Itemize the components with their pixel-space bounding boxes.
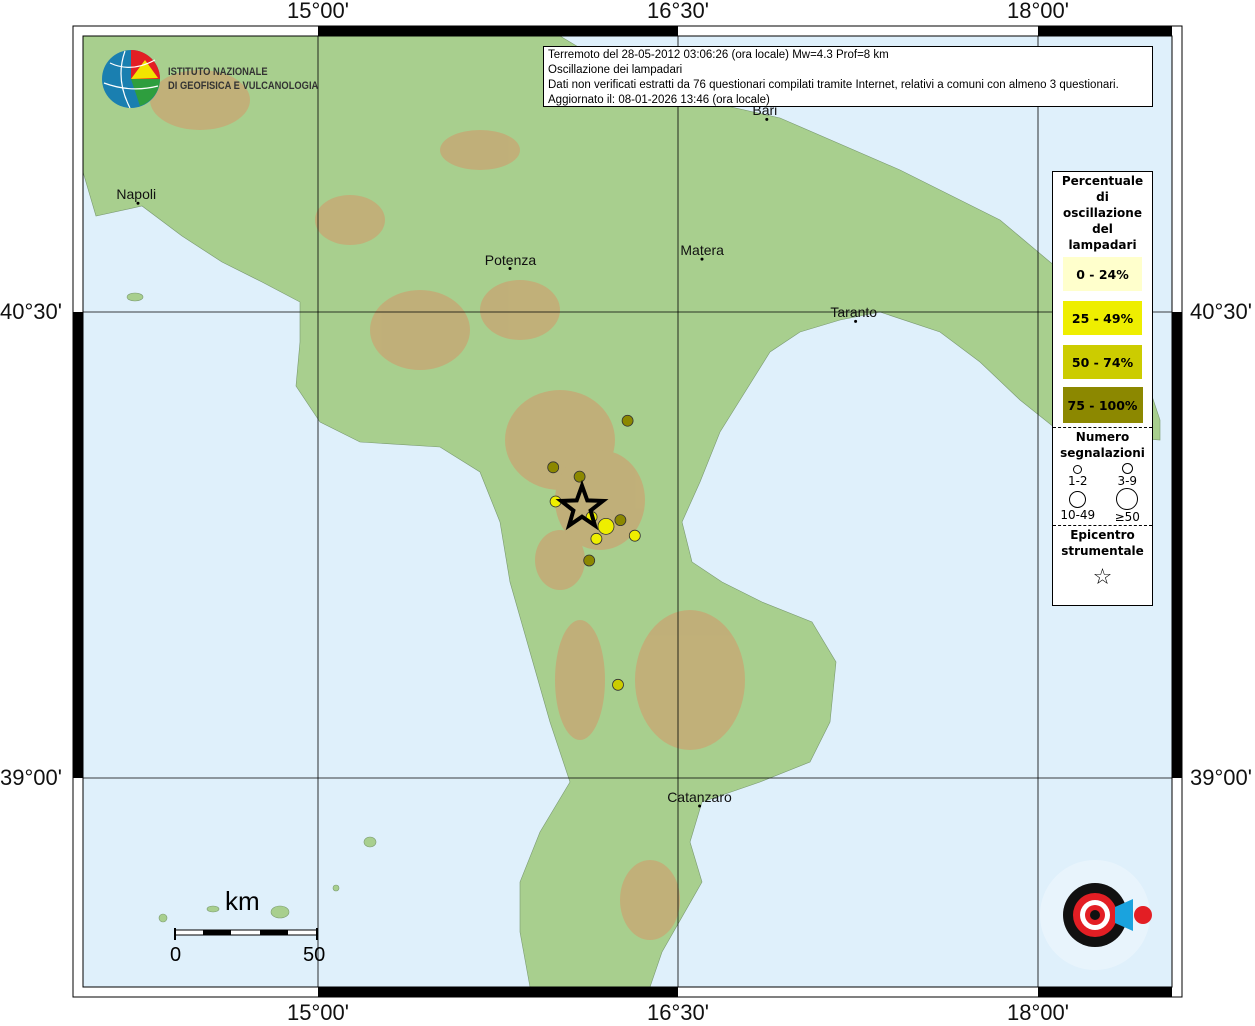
earthquake-info-box: Terremoto del 28-05-2012 03:06:26 (ora l… <box>543 46 1153 107</box>
event-line: Terremoto del 28-05-2012 03:06:26 (ora l… <box>548 49 889 61</box>
observation-point[interactable] <box>612 678 624 691</box>
observation-point[interactable] <box>547 461 560 474</box>
city-label: Taranto <box>830 304 878 321</box>
lon-tick-top: 18°00' <box>1007 0 1069 23</box>
lon-tick-bottom: 15°00' <box>287 1000 349 1025</box>
size-circle-icon <box>1069 491 1087 508</box>
scale-start: 0 <box>170 944 182 966</box>
lat-tick-right: 40°30' <box>1190 299 1252 324</box>
epicenter-title: strumentale <box>1061 544 1144 558</box>
observation-point[interactable] <box>573 470 586 483</box>
lat-tick-left: 39°00' <box>0 765 62 790</box>
city-label: Catanzaro <box>667 788 732 805</box>
scale-end: 50 <box>303 944 326 966</box>
city-label: Matera <box>680 242 724 259</box>
ingv-logo: ISTITUTO NAZIONALE DI GEOFISICA E VULCAN… <box>100 48 345 110</box>
size-label: 3-9 <box>1117 474 1138 488</box>
lon-tick-top: 15°00' <box>287 0 349 23</box>
scale-unit: km <box>225 886 260 916</box>
ingv-name-line1: ISTITUTO NAZIONALE <box>168 66 268 78</box>
legend-title: di <box>1096 190 1109 204</box>
legend-title: del <box>1092 222 1113 236</box>
lon-tick-bottom: 18°00' <box>1007 1000 1069 1025</box>
legend: Percentuale di oscillazione del lampadar… <box>1052 171 1153 606</box>
legend-class-1: 25 - 49% <box>1063 301 1142 335</box>
count-title: segnalazioni <box>1060 446 1145 460</box>
observation-point[interactable] <box>597 517 615 535</box>
ingv-name-line2: DI GEOFISICA E VULCANOLOGIA <box>168 80 319 92</box>
observation-point[interactable] <box>614 514 627 527</box>
lon-tick-top: 16°30' <box>647 0 709 23</box>
size-circle-icon <box>1121 463 1133 474</box>
map-type-line: Oscillazione dei lampadari <box>548 64 683 76</box>
data-source-line: Dati non verificati estratti da 76 quest… <box>548 79 1119 91</box>
legend-title: lampadari <box>1068 238 1137 252</box>
star-icon: ☆ <box>1092 565 1113 590</box>
legend-class-2: 50 - 74% <box>1063 345 1142 379</box>
observation-point[interactable] <box>628 529 641 542</box>
observation-point[interactable] <box>621 414 634 427</box>
epicenter-title: Epicentro <box>1070 528 1135 542</box>
legend-class-3: 75 - 100% <box>1062 387 1143 423</box>
size-label: 10-49 <box>1060 508 1096 522</box>
legend-title: oscillazione <box>1063 206 1142 220</box>
legend-class-0: 0 - 24% <box>1063 257 1142 291</box>
ingv-globe-icon <box>102 50 160 109</box>
size-legend-row: 1-2 3-9 <box>1053 461 1152 488</box>
lat-tick-right: 39°00' <box>1190 765 1252 790</box>
city-label: Potenza <box>484 251 537 268</box>
city-label: Napoli <box>116 186 157 203</box>
size-circle-icon <box>1116 488 1139 510</box>
size-legend-row: 10-49 ≥50 <box>1053 488 1152 524</box>
observation-point[interactable] <box>583 554 596 567</box>
updated-line: Aggiornato il: 08-01-2026 13:46 (ora loc… <box>548 94 770 106</box>
count-title: Numero <box>1075 430 1130 444</box>
size-label: ≥50 <box>1114 510 1140 524</box>
lon-tick-bottom: 16°30' <box>647 1000 709 1025</box>
scale-ruler <box>174 928 318 940</box>
lat-tick-left: 40°30' <box>0 299 62 324</box>
size-label: 1-2 <box>1067 474 1088 488</box>
legend-title: Percentuale <box>1061 174 1144 188</box>
observation-point[interactable] <box>590 532 603 545</box>
size-circle-icon <box>1073 465 1083 474</box>
